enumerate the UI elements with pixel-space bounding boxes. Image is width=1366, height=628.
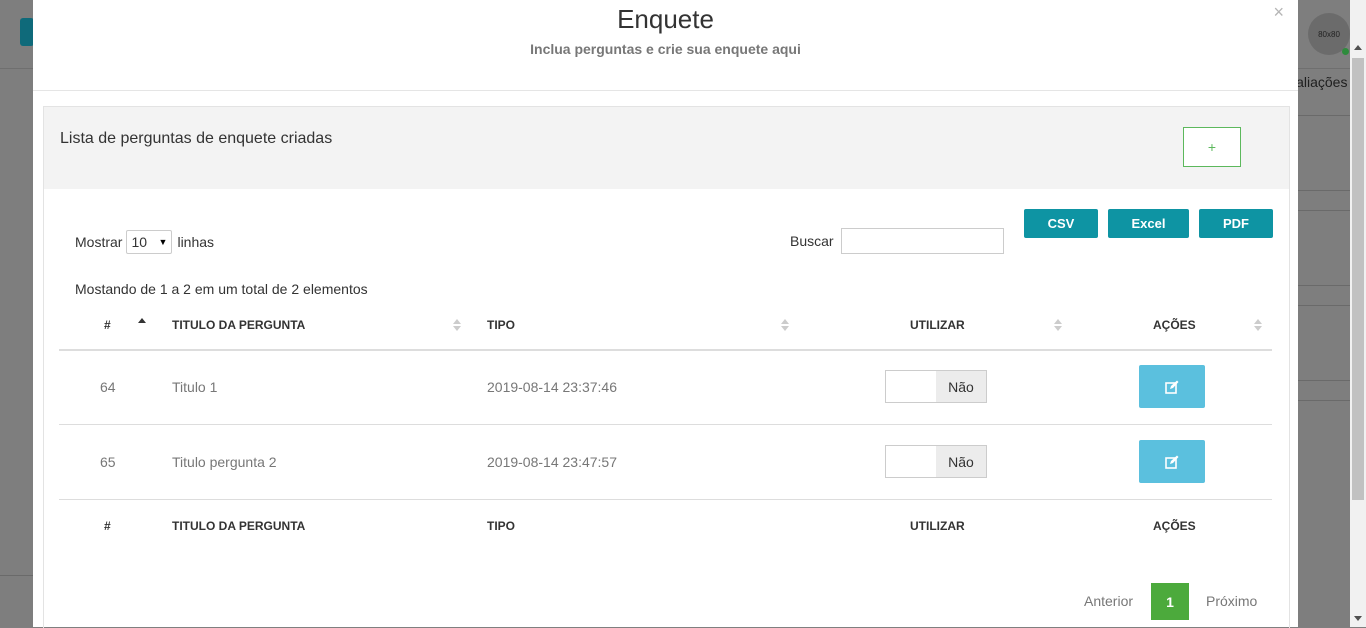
background-menu-button [20, 18, 34, 46]
modal-title: Enquete [617, 4, 714, 34]
pencil-square-icon [1165, 380, 1179, 394]
scroll-thumb[interactable] [1352, 58, 1364, 500]
panel-title: Lista de perguntas de enquete criadas [60, 130, 333, 147]
background-divider [1298, 285, 1350, 286]
toggle-label: Não [936, 371, 986, 402]
sort-ascending-icon[interactable] [138, 318, 146, 323]
toggle-off-area [886, 371, 936, 402]
length-suffix: linhas [177, 234, 215, 250]
row-title: Titulo pergunta 2 [172, 454, 277, 470]
row-divider [59, 424, 1272, 425]
header-divider [33, 90, 1298, 91]
modal-subtitle: Inclua perguntas e crie sua enquete aqui [530, 41, 801, 57]
pagination-previous[interactable]: Anterior [1084, 593, 1133, 609]
sort-both-icon[interactable] [453, 319, 461, 331]
table-info: Mostando de 1 a 2 em um total de 2 eleme… [75, 281, 368, 297]
length-value: 10 [131, 234, 148, 250]
add-question-button[interactable]: + [1183, 127, 1241, 167]
length-control: Mostrar 10 ▼ linhas [75, 230, 214, 254]
background-divider [0, 575, 33, 576]
background-divider [1298, 400, 1350, 401]
row-id: 65 [100, 454, 116, 470]
column-footer-acoes: AÇÕES [1153, 519, 1196, 533]
toggle-label: Não [936, 446, 986, 477]
background-tab-avaliacoes: Avaliações [1298, 74, 1350, 90]
questions-panel: Lista de perguntas de enquete criadas + … [43, 106, 1290, 628]
background-divider [1298, 115, 1350, 116]
enquete-modal: × Enquete Inclua perguntas e crie sua en… [33, 0, 1298, 628]
utilizar-toggle[interactable]: Não [885, 370, 987, 403]
length-prefix: Mostrar [75, 234, 123, 250]
export-pdf-button[interactable]: PDF [1199, 209, 1273, 238]
edit-button[interactable] [1139, 365, 1205, 408]
column-header-tipo[interactable]: TIPO [487, 318, 515, 332]
row-divider [59, 499, 1272, 500]
background-divider [1298, 305, 1350, 306]
background-divider [1298, 380, 1350, 381]
row-title: Titulo 1 [172, 379, 218, 395]
pencil-square-icon [1165, 455, 1179, 469]
sort-both-icon[interactable] [781, 319, 789, 331]
caret-down-icon: ▼ [158, 237, 168, 247]
edit-button[interactable] [1139, 440, 1205, 483]
pagination-page-1[interactable]: 1 [1151, 583, 1189, 620]
panel-heading: Lista de perguntas de enquete criadas + [44, 107, 1289, 189]
row-tipo: 2019-08-14 23:37:46 [487, 379, 617, 395]
table-header-divider [59, 349, 1272, 351]
sort-both-icon[interactable] [1254, 319, 1262, 331]
column-footer-utilizar: UTILIZAR [910, 519, 965, 533]
column-header-acoes[interactable]: AÇÕES [1153, 318, 1196, 332]
scroll-down-arrow-icon[interactable] [1354, 616, 1362, 621]
export-csv-button[interactable]: CSV [1024, 209, 1098, 238]
column-header-id[interactable]: # [104, 318, 111, 332]
column-footer-id: # [104, 519, 111, 533]
column-footer-tipo: TIPO [487, 519, 516, 533]
scroll-up-arrow-icon[interactable] [1354, 45, 1362, 50]
background-divider [1298, 210, 1350, 211]
background-divider [1298, 190, 1350, 191]
toggle-off-area [886, 446, 936, 477]
column-footer-titulo: TITULO DA PERGUNTA [172, 519, 306, 533]
length-select[interactable]: 10 ▼ [126, 230, 173, 254]
background-tab-label: Avaliações [1298, 74, 1348, 90]
row-id: 64 [100, 379, 116, 395]
pagination-next[interactable]: Próximo [1206, 593, 1257, 609]
export-excel-button[interactable]: Excel [1108, 209, 1189, 238]
page-scrollbar[interactable] [1350, 0, 1366, 627]
online-status-dot [1342, 48, 1349, 55]
column-header-titulo[interactable]: TITULO DA PERGUNTA [172, 318, 305, 332]
utilizar-toggle[interactable]: Não [885, 445, 987, 478]
row-tipo: 2019-08-14 23:47:57 [487, 454, 617, 470]
search-label: Buscar [790, 233, 834, 249]
column-header-utilizar[interactable]: UTILIZAR [910, 318, 965, 332]
sort-both-icon[interactable] [1054, 319, 1062, 331]
search-input[interactable] [841, 228, 1004, 254]
